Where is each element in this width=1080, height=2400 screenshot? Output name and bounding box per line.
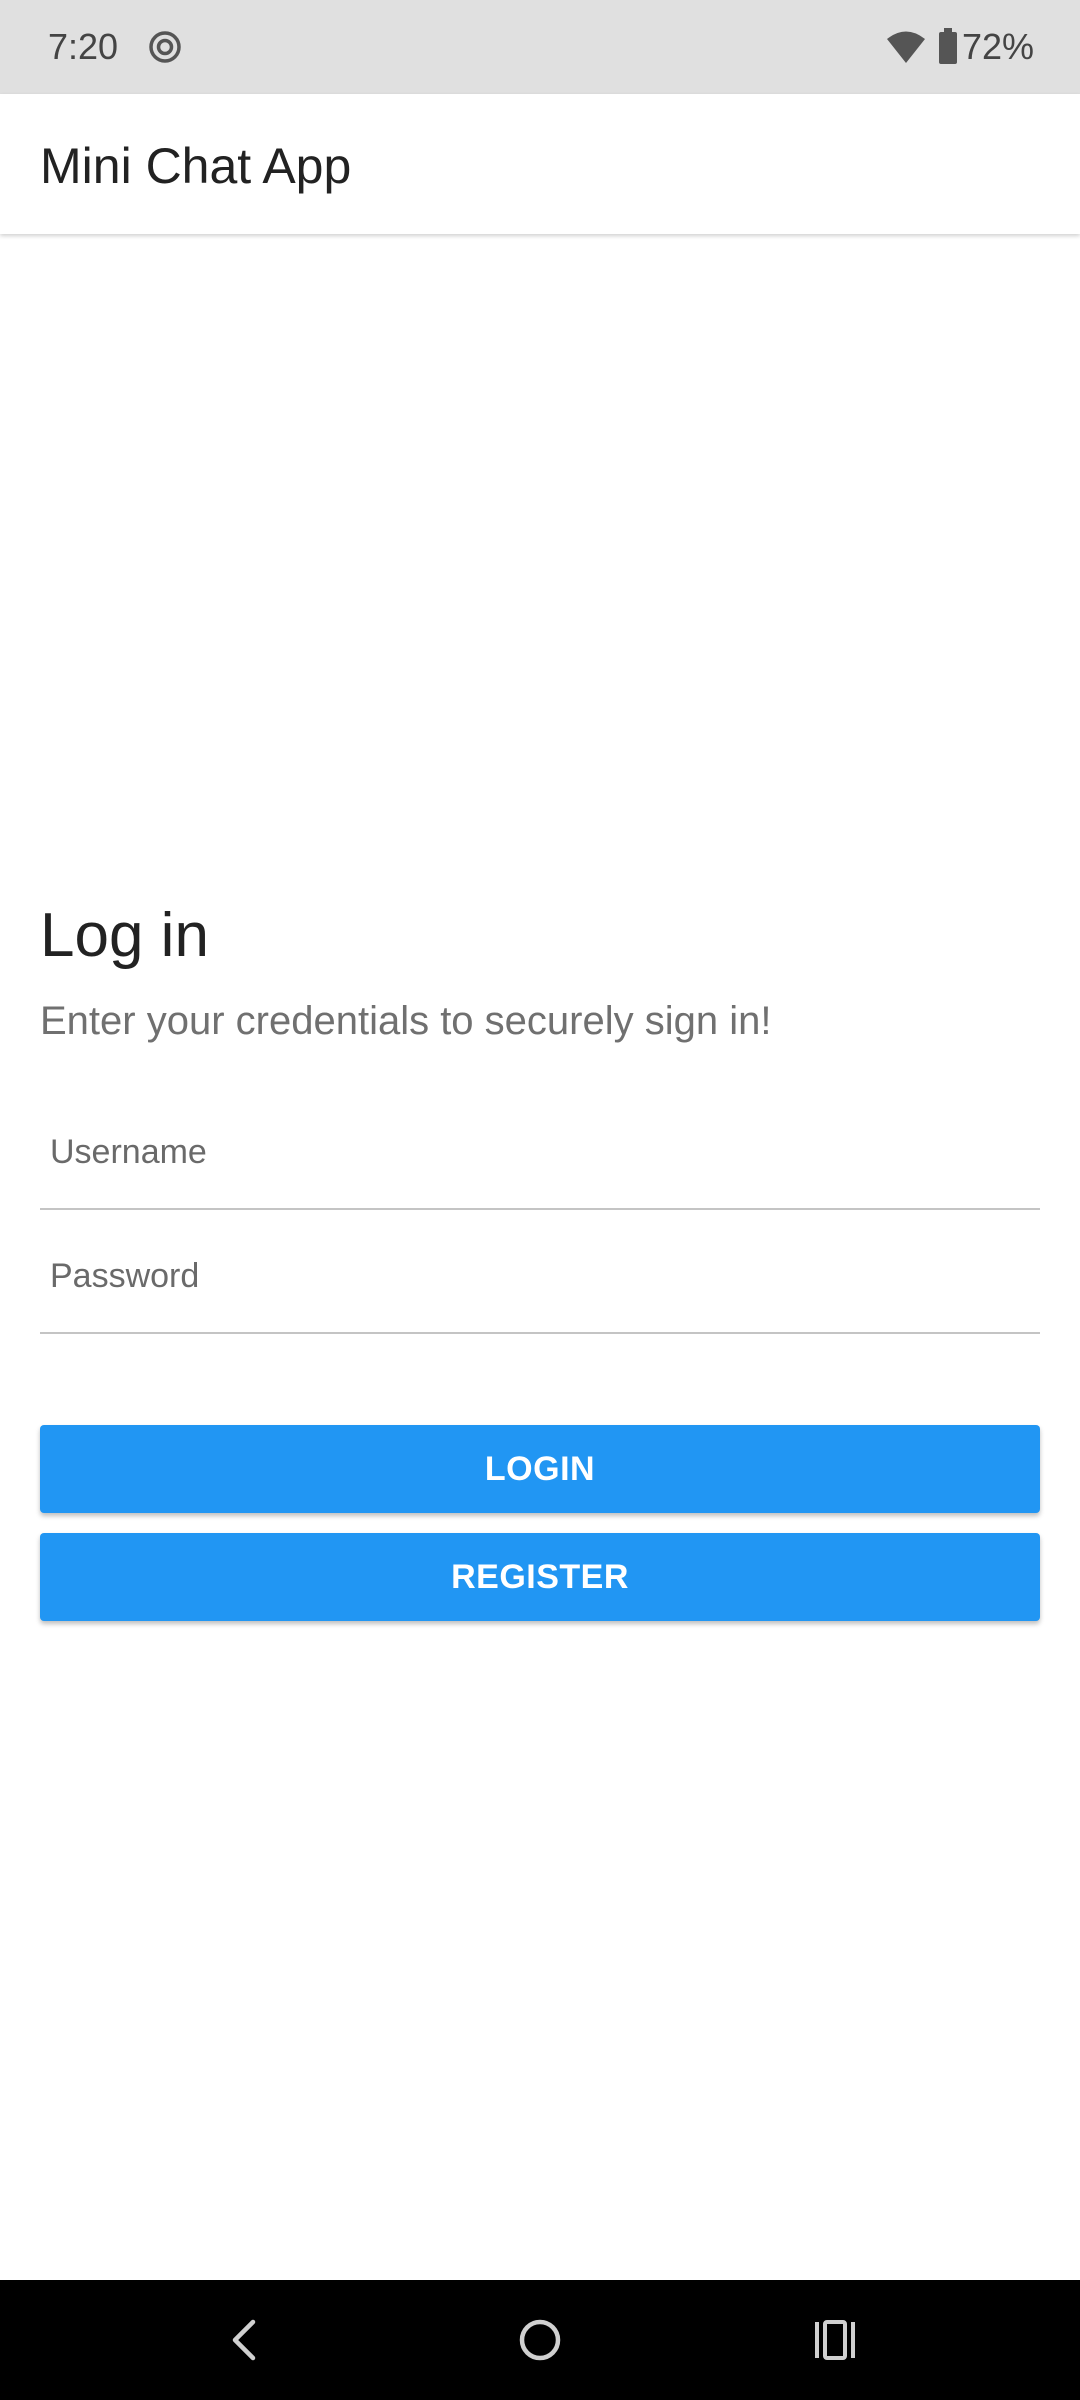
navigation-bar — [0, 2280, 1080, 2400]
login-heading: Log in — [40, 901, 209, 970]
battery-icon — [939, 28, 957, 64]
login-button-label: LOGIN — [484, 1449, 596, 1488]
register-button[interactable]: REGISTER — [40, 1533, 1040, 1621]
login-button[interactable]: LOGIN — [40, 1425, 1040, 1513]
app-bar: Mini Chat App — [0, 94, 1080, 234]
recents-icon[interactable] — [805, 2310, 865, 2370]
app-title: Mini Chat App — [40, 138, 352, 194]
screen: 7:20 72% Mini Chat App Log in Enter your… — [0, 0, 1080, 2400]
home-icon[interactable] — [510, 2310, 570, 2370]
username-input[interactable] — [50, 1096, 1030, 1208]
battery-percent: 72% — [962, 26, 1035, 67]
wifi-icon — [887, 31, 925, 63]
password-field — [40, 1220, 1040, 1334]
status-bar: 7:20 72% — [0, 0, 1080, 94]
status-time: 7:20 — [48, 26, 119, 67]
username-field — [40, 1096, 1040, 1210]
password-input[interactable] — [50, 1220, 1030, 1332]
back-icon[interactable] — [215, 2310, 275, 2370]
login-subtitle: Enter your credentials to securely sign … — [40, 999, 772, 1043]
record-icon — [149, 31, 181, 63]
register-button-label: REGISTER — [451, 1557, 629, 1596]
